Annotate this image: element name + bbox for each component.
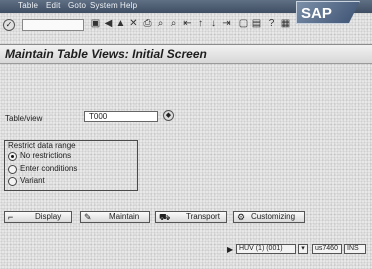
restrict-data-range-title: Restrict data range bbox=[8, 141, 76, 150]
help-icon[interactable]: ? bbox=[266, 18, 277, 30]
table-view-input[interactable]: T000 bbox=[84, 111, 158, 122]
save-icon[interactable]: ▣ bbox=[90, 18, 101, 30]
find-next-icon[interactable]: ⌕ bbox=[168, 18, 179, 30]
status-mode[interactable]: INS bbox=[344, 244, 366, 254]
glasses-icon: ⌐ bbox=[8, 212, 14, 222]
menu-help[interactable]: Help bbox=[120, 1, 137, 10]
command-field[interactable] bbox=[22, 19, 84, 31]
menu-table[interactable]: Table bbox=[18, 1, 38, 10]
exit-icon[interactable]: ▲ bbox=[115, 18, 126, 30]
first-page-icon[interactable]: ⇤ bbox=[182, 18, 193, 30]
table-view-label: Table/view bbox=[5, 114, 43, 123]
menu-goto[interactable]: Goto bbox=[68, 1, 86, 10]
truck-icon: ⛟ bbox=[159, 212, 171, 222]
cancel-icon[interactable]: ✕ bbox=[128, 18, 139, 30]
shortcut-icon[interactable]: ▤ bbox=[251, 18, 262, 30]
layout-icon[interactable]: ▦ bbox=[280, 18, 291, 30]
next-page-icon[interactable]: ↓ bbox=[208, 18, 219, 30]
status-dropdown-icon[interactable]: ▾ bbox=[298, 244, 308, 254]
value-help-icon[interactable]: ◆ bbox=[163, 110, 174, 121]
last-page-icon[interactable]: ⇥ bbox=[221, 18, 232, 30]
radio-label: Enter conditions bbox=[20, 164, 78, 173]
maintain-button[interactable]: ✎ Maintain bbox=[80, 211, 150, 223]
menu-edit[interactable]: Edit bbox=[46, 1, 61, 10]
enter-icon[interactable]: ✓ bbox=[3, 19, 15, 31]
print-icon[interactable]: ⎙ bbox=[142, 18, 153, 30]
radio-selected-icon[interactable] bbox=[8, 152, 17, 161]
status-expand-icon[interactable]: ▶ bbox=[227, 245, 233, 254]
display-button[interactable]: ⌐ Display bbox=[4, 211, 72, 223]
customizing-button[interactable]: ⚙ Customizing bbox=[233, 211, 305, 223]
standard-toolbar: ✓ ▣ ◀ ▲ ✕ ⎙ ⌕ ⌕ ⇤ ↑ ↓ ⇥ ▢ ▤ ? ▦ bbox=[0, 13, 372, 36]
previous-page-icon[interactable]: ↑ bbox=[195, 18, 206, 30]
radio-label: Variant bbox=[20, 176, 45, 185]
customizing-icon: ⚙ bbox=[237, 212, 246, 222]
status-system: HUV (1) (001) bbox=[236, 244, 296, 254]
menu-system[interactable]: System bbox=[90, 1, 118, 10]
status-server: us7460 bbox=[312, 244, 342, 254]
radio-icon[interactable] bbox=[8, 177, 17, 186]
new-session-icon[interactable]: ▢ bbox=[238, 18, 249, 30]
radio-label: No restrictions bbox=[20, 151, 72, 160]
transport-button[interactable]: ⛟ Transport bbox=[155, 211, 227, 223]
pencil-icon: ✎ bbox=[84, 212, 92, 222]
find-icon[interactable]: ⌕ bbox=[155, 18, 166, 30]
radio-icon[interactable] bbox=[8, 165, 17, 174]
page-title: Maintain Table Views: Initial Screen bbox=[5, 47, 207, 61]
back-icon[interactable]: ◀ bbox=[103, 18, 114, 30]
